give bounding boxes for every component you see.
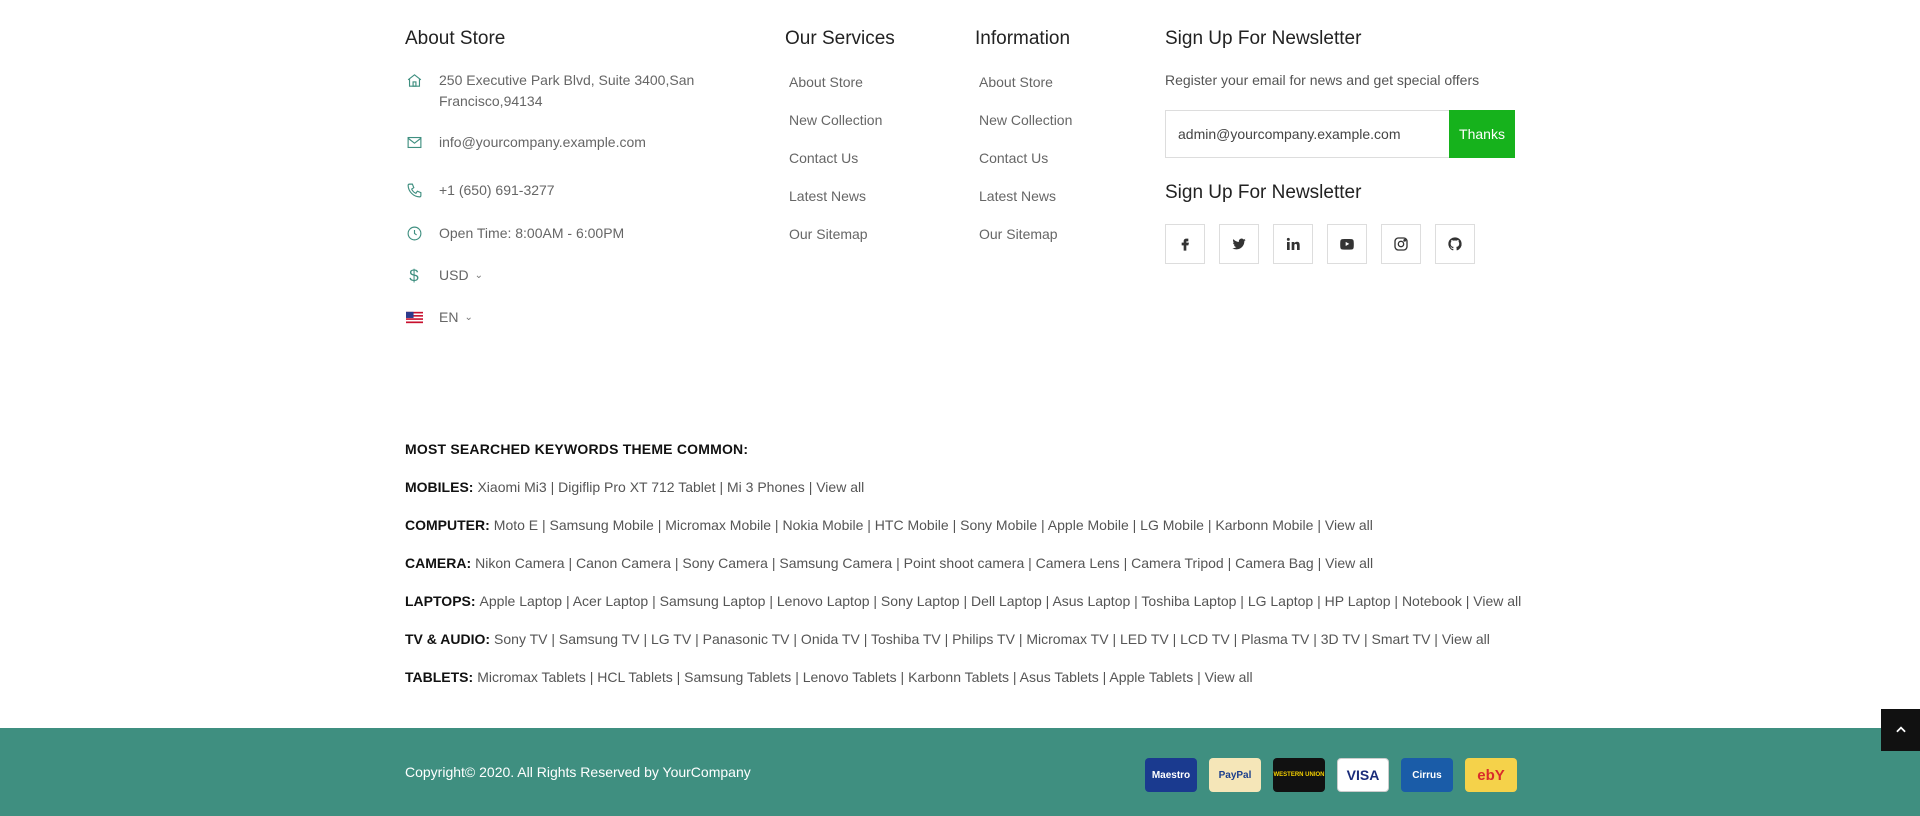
keyword-links[interactable]: Micromax Tablets | HCL Tablets | Samsung…	[477, 669, 1252, 685]
chevron-down-icon: ⌄	[464, 312, 473, 323]
services-link[interactable]: Our Sitemap	[785, 224, 882, 262]
scroll-to-top-button[interactable]	[1881, 709, 1920, 751]
home-icon	[405, 71, 423, 89]
newsletter-form: Thanks	[1165, 110, 1515, 158]
open-hours: Open Time: 8:00AM - 6:00PM	[439, 225, 625, 241]
newsletter-email-input[interactable]	[1165, 110, 1449, 158]
social-links	[1165, 224, 1489, 264]
information-link[interactable]: Our Sitemap	[975, 224, 1072, 262]
paypal-card-icon: PayPal	[1209, 758, 1261, 792]
cirrus-card-icon: Cirrus	[1401, 758, 1453, 792]
our-services-title: Our Services	[785, 28, 895, 49]
twitter-icon[interactable]	[1219, 224, 1259, 264]
phone-row[interactable]: +1 (650) 691-3277	[405, 180, 555, 201]
keyword-links[interactable]: Apple Laptop | Acer Laptop | Samsung Lap…	[480, 593, 1522, 609]
chevron-down-icon: ⌄	[474, 270, 483, 281]
keywords-title: MOST SEARCHED KEYWORDS THEME COMMON:	[405, 441, 749, 457]
information-list: About Store New Collection Contact Us La…	[975, 72, 1072, 262]
footer-bottom-bar: Copyright© 2020. All Rights Reserved by …	[0, 728, 1920, 816]
services-link[interactable]: New Collection	[785, 110, 882, 148]
keyword-row-camera: CAMERA: Nikon Camera | Canon Camera | Son…	[405, 552, 1605, 590]
us-flag-icon	[405, 308, 423, 326]
information-link[interactable]: New Collection	[975, 110, 1072, 148]
youtube-icon[interactable]	[1327, 224, 1367, 264]
keyword-label: COMPUTER:	[405, 517, 490, 533]
currency-row[interactable]: $ USD ⌄	[405, 265, 483, 286]
clock-icon	[405, 224, 423, 242]
visa-card-icon: VISA	[1337, 758, 1389, 792]
payment-methods: Maestro PayPal WESTERN UNION VISA Cirrus…	[1145, 758, 1517, 792]
github-icon[interactable]	[1435, 224, 1475, 264]
information-link[interactable]: Latest News	[975, 186, 1072, 224]
keyword-row-computer: COMPUTER: Moto E | Samsung Mobile | Micro…	[405, 514, 1605, 552]
social-title: Sign Up For Newsletter	[1165, 182, 1362, 203]
keyword-row-tablets: TABLETS: Micromax Tablets | HCL Tablets |…	[405, 666, 1605, 704]
information-link[interactable]: About Store	[975, 72, 1072, 110]
address-line-1: 250 Executive Park Blvd, Suite 3400,San	[439, 72, 695, 88]
newsletter-description: Register your email for news and get spe…	[1165, 72, 1480, 88]
address-row: 250 Executive Park Blvd, Suite 3400,San …	[405, 70, 694, 112]
hours-row: Open Time: 8:00AM - 6:00PM	[405, 223, 624, 244]
keyword-links[interactable]: Nikon Camera | Canon Camera | Sony Camer…	[475, 555, 1373, 571]
about-store-title: About Store	[405, 28, 506, 49]
currency-dropdown[interactable]: USD ⌄	[439, 265, 483, 286]
language-value: EN	[439, 309, 459, 325]
keyword-label: CAMERA:	[405, 555, 472, 571]
keyword-links[interactable]: Moto E | Samsung Mobile | Micromax Mobil…	[494, 517, 1373, 533]
facebook-icon[interactable]	[1165, 224, 1205, 264]
language-row[interactable]: EN ⌄	[405, 307, 473, 328]
keyword-links[interactable]: Sony TV | Samsung TV | LG TV | Panasonic…	[494, 631, 1490, 647]
information-title: Information	[975, 28, 1071, 49]
keyword-links[interactable]: Xiaomi Mi3 | Digiflip Pro XT 712 Tablet …	[477, 479, 864, 495]
services-link[interactable]: Latest News	[785, 186, 882, 224]
keyword-row-mobiles: MOBILES: Xiaomi Mi3 | Digiflip Pro XT 712…	[405, 476, 1605, 514]
keyword-label: TV & AUDIO:	[405, 631, 491, 647]
services-link[interactable]: About Store	[785, 72, 882, 110]
searched-keywords-section: MOST SEARCHED KEYWORDS THEME COMMON: MOB…	[405, 438, 1605, 704]
maestro-card-icon: Maestro	[1145, 758, 1197, 792]
instagram-icon[interactable]	[1381, 224, 1421, 264]
keyword-label: MOBILES:	[405, 479, 474, 495]
language-dropdown[interactable]: EN ⌄	[439, 307, 473, 328]
email-row[interactable]: info@yourcompany.example.com	[405, 132, 646, 153]
services-link[interactable]: Contact Us	[785, 148, 882, 186]
dollar-icon: $	[409, 265, 419, 285]
keyword-label: LAPTOPS:	[405, 593, 476, 609]
mail-icon	[405, 133, 423, 151]
currency-value: USD	[439, 267, 469, 283]
copyright-text: Copyright© 2020. All Rights Reserved by …	[405, 764, 751, 780]
western-union-card-icon: WESTERN UNION	[1273, 758, 1325, 792]
keyword-row-laptops: LAPTOPS: Apple Laptop | Acer Laptop | Sam…	[405, 590, 1605, 628]
chevron-up-icon	[1895, 726, 1906, 733]
keyword-row-tv-audio: TV & AUDIO: Sony TV | Samsung TV | LG TV …	[405, 628, 1605, 666]
email-link[interactable]: info@yourcompany.example.com	[439, 132, 646, 153]
ebay-card-icon: ebY	[1465, 758, 1517, 792]
keyword-label: TABLETS:	[405, 669, 474, 685]
footer-top-section: About Store 250 Executive Park Blvd, Sui…	[405, 0, 1515, 330]
newsletter-submit-button[interactable]: Thanks	[1449, 110, 1515, 158]
phone-number[interactable]: +1 (650) 691-3277	[439, 180, 555, 201]
linkedin-icon[interactable]	[1273, 224, 1313, 264]
information-link[interactable]: Contact Us	[975, 148, 1072, 186]
phone-icon	[405, 181, 423, 199]
newsletter-title: Sign Up For Newsletter	[1165, 28, 1362, 49]
address-line-2: Francisco,94134	[439, 93, 543, 109]
services-list: About Store New Collection Contact Us La…	[785, 72, 882, 262]
